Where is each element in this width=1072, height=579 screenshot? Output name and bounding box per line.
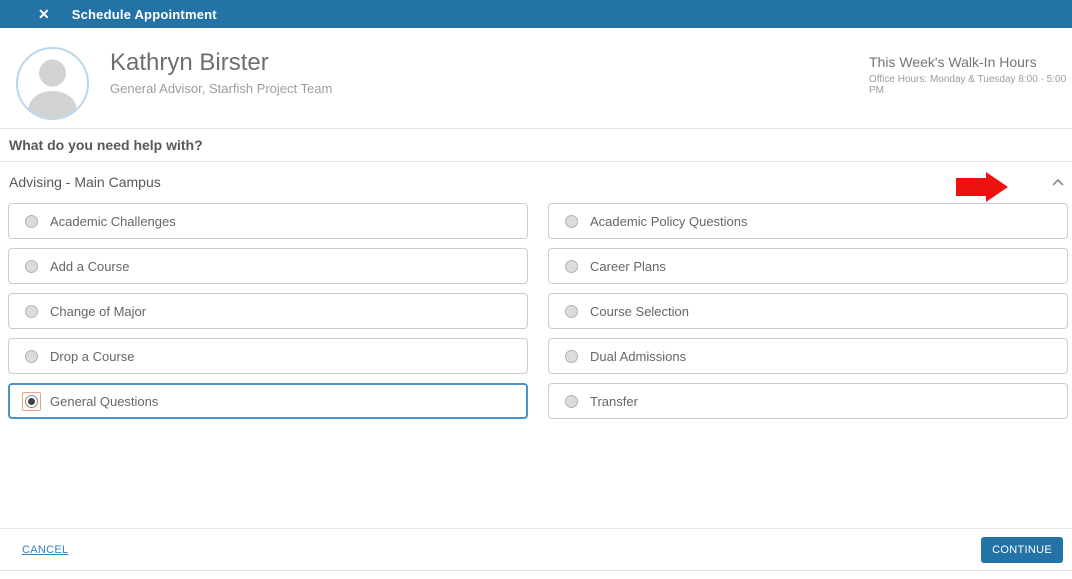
dialog-footer: CANCEL CONTINUE <box>0 528 1072 571</box>
radio-focus-ring <box>22 391 41 411</box>
option-label: Change of Major <box>50 303 147 319</box>
collapse-section-button[interactable] <box>1050 175 1066 189</box>
radio-button[interactable] <box>25 259 38 273</box>
cancel-link[interactable]: CANCEL <box>22 544 68 556</box>
option-label: General Questions <box>50 393 159 409</box>
radio-button[interactable] <box>25 214 38 228</box>
radio-focus-ring <box>562 302 581 321</box>
options-grid: Academic Challenges Academic Policy Ques… <box>8 203 1068 419</box>
option-label: Course Selection <box>590 303 689 319</box>
radio-focus-ring <box>562 212 581 231</box>
close-icon[interactable]: ✕ <box>38 7 50 21</box>
option-label: Transfer <box>590 393 638 409</box>
dialog-title: Schedule Appointment <box>71 6 217 22</box>
radio-button[interactable] <box>565 394 578 408</box>
section-label: Advising - Main Campus <box>9 174 161 190</box>
radio-button[interactable] <box>565 214 578 228</box>
option-transfer[interactable]: Transfer <box>548 383 1068 419</box>
option-add-a-course[interactable]: Add a Course <box>8 248 528 284</box>
option-course-selection[interactable]: Course Selection <box>548 293 1068 329</box>
option-academic-challenges[interactable]: Academic Challenges <box>8 203 528 239</box>
advisor-name: Kathryn Birster <box>110 49 269 76</box>
radio-button[interactable] <box>25 304 38 318</box>
walkin-hours-detail: Office Hours: Monday & Tuesday 8:00 - 5:… <box>869 74 1067 96</box>
radio-button[interactable] <box>565 304 578 318</box>
avatar <box>16 47 89 120</box>
radio-focus-ring <box>22 347 41 366</box>
option-drop-a-course[interactable]: Drop a Course <box>8 338 528 374</box>
radio-focus-ring <box>562 347 581 366</box>
option-general-questions[interactable]: General Questions <box>8 383 528 419</box>
option-career-plans[interactable]: Career Plans <box>548 248 1068 284</box>
person-silhouette-icon <box>28 59 77 118</box>
option-label: Academic Challenges <box>50 213 176 229</box>
dialog-titlebar: ✕ Schedule Appointment <box>0 0 1072 28</box>
option-label: Career Plans <box>590 258 666 274</box>
advisor-role: General Advisor, Starfish Project Team <box>110 81 333 96</box>
radio-focus-ring <box>22 257 41 276</box>
option-change-of-major[interactable]: Change of Major <box>8 293 528 329</box>
option-label: Academic Policy Questions <box>590 213 748 229</box>
radio-focus-ring <box>562 392 581 411</box>
radio-button[interactable] <box>25 394 38 408</box>
walkin-hours-title: This Week's Walk-In Hours <box>869 54 1037 70</box>
radio-button[interactable] <box>25 349 38 363</box>
question-heading: What do you need help with? <box>9 137 203 153</box>
option-label: Add a Course <box>50 258 130 274</box>
option-academic-policy-questions[interactable]: Academic Policy Questions <box>548 203 1068 239</box>
red-arrow-annotation <box>956 172 1008 202</box>
option-dual-admissions[interactable]: Dual Admissions <box>548 338 1068 374</box>
continue-button[interactable]: CONTINUE <box>981 536 1063 563</box>
chevron-up-icon <box>1052 178 1064 186</box>
question-heading-row: What do you need help with? <box>0 128 1072 162</box>
radio-focus-ring <box>22 212 41 231</box>
section-row-advising: Advising - Main Campus <box>0 162 1072 202</box>
advisor-header: Kathryn Birster General Advisor, Starfis… <box>0 28 1072 128</box>
radio-focus-ring <box>562 257 581 276</box>
option-label: Drop a Course <box>50 348 135 364</box>
radio-focus-ring <box>22 302 41 321</box>
option-label: Dual Admissions <box>590 348 687 364</box>
radio-button[interactable] <box>565 349 578 363</box>
radio-button[interactable] <box>565 259 578 273</box>
